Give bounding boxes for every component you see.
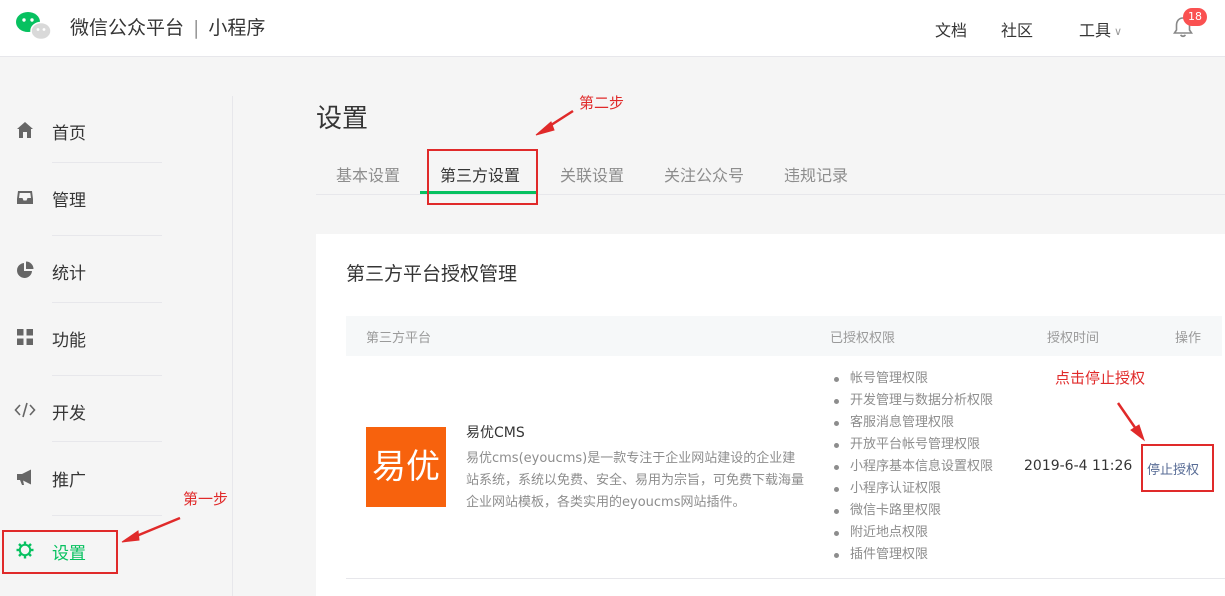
page-title: 设置	[316, 104, 369, 134]
chevron-down-icon: ∨	[1114, 25, 1123, 38]
sidebar-item-manage[interactable]: 管理	[0, 177, 232, 217]
tab-basic-settings[interactable]: 基本设置	[336, 162, 400, 186]
list-item: 插件管理权限	[830, 544, 993, 566]
inbox-icon	[17, 191, 33, 204]
top-bar: 微信公众平台 | 小程序 文档 社区 工具 ∨ 18	[0, 0, 1225, 57]
list-item: 开发管理与数据分析权限	[830, 390, 993, 412]
permission-list: 帐号管理权限 开发管理与数据分析权限 客服消息管理权限 开放平台帐号管理权限 小…	[830, 368, 993, 566]
sidebar-item-features[interactable]: 功能	[0, 317, 232, 357]
third-party-card: 第三方平台授权管理 第三方平台 已授权权限 授权时间 操作 易优 易优CMS 易…	[316, 234, 1225, 596]
sidebar-item-home[interactable]: 首页	[0, 110, 232, 150]
sidebar-item-label: 推广	[52, 471, 86, 491]
nav-docs[interactable]: 文档	[935, 17, 967, 41]
sidebar-separator	[52, 162, 162, 163]
nav-tools-label: 工具	[1079, 21, 1112, 40]
brand-name: 微信公众平台	[70, 17, 185, 39]
annotation-stop-hint: 点击停止授权	[1055, 369, 1146, 387]
grid-icon	[17, 329, 33, 345]
code-icon	[14, 402, 36, 418]
home-icon	[17, 122, 33, 138]
stop-link-highlight-box	[1141, 444, 1214, 492]
arrow-icon	[535, 109, 574, 136]
annotation-step1: 第一步	[183, 490, 229, 508]
wechat-logo[interactable]	[14, 10, 54, 42]
app-name: 易优CMS	[466, 425, 525, 441]
app-description: 易优cms(eyoucms)是一款专注于企业网站建设的企业建站系统，系统以免费、…	[466, 451, 805, 510]
sidebar-item-label: 管理	[52, 191, 86, 211]
column-header-action: 操作	[1175, 331, 1202, 346]
list-item: 帐号管理权限	[830, 368, 993, 390]
auth-time: 2019-6-4 11:26	[1024, 458, 1133, 474]
megaphone-icon	[17, 469, 31, 485]
product-name: 小程序	[208, 17, 266, 39]
annotation-step2: 第二步	[579, 94, 625, 112]
sidebar-separator	[52, 441, 162, 442]
app-logo: 易优	[366, 427, 446, 507]
tab-related-settings[interactable]: 关联设置	[560, 162, 624, 186]
list-item: 客服消息管理权限	[830, 412, 993, 434]
sidebar-item-label: 功能	[52, 331, 86, 351]
column-header-platform: 第三方平台	[366, 331, 432, 346]
card-title: 第三方平台授权管理	[346, 263, 518, 285]
sidebar-item-stats[interactable]: 统计	[0, 250, 232, 290]
sidebar-item-label: 统计	[52, 264, 86, 284]
sidebar-separator	[52, 302, 162, 303]
row-divider	[346, 578, 1225, 579]
list-item: 附近地点权限	[830, 522, 993, 544]
sidebar-item-label: 首页	[52, 124, 86, 144]
sidebar-divider	[232, 96, 233, 596]
brand-title: 微信公众平台 | 小程序	[70, 13, 265, 40]
settings-highlight-box	[2, 530, 118, 574]
brand-separator: |	[193, 17, 200, 39]
column-header-permissions: 已授权权限	[830, 331, 896, 346]
list-item: 小程序认证权限	[830, 478, 993, 500]
sidebar-separator	[52, 375, 162, 376]
notification-badge: 18	[1183, 8, 1207, 26]
sidebar-item-label: 开发	[52, 404, 86, 424]
sidebar-separator	[52, 235, 162, 236]
sidebar-separator	[52, 515, 162, 516]
pie-chart-icon	[17, 261, 34, 278]
nav-tools[interactable]: 工具 ∨	[1079, 17, 1122, 41]
nav-community[interactable]: 社区	[1001, 17, 1033, 41]
tab-highlight-box	[427, 149, 538, 205]
tab-follow-official-account[interactable]: 关注公众号	[664, 162, 744, 186]
table-header: 第三方平台 已授权权限 授权时间 操作	[346, 316, 1222, 356]
column-header-auth-time: 授权时间	[1047, 331, 1100, 346]
sidebar-item-develop[interactable]: 开发	[0, 390, 232, 430]
list-item: 微信卡路里权限	[830, 500, 993, 522]
list-item: 开放平台帐号管理权限	[830, 434, 993, 456]
tab-violation-records[interactable]: 违规记录	[784, 162, 848, 186]
list-item: 小程序基本信息设置权限	[830, 456, 993, 478]
